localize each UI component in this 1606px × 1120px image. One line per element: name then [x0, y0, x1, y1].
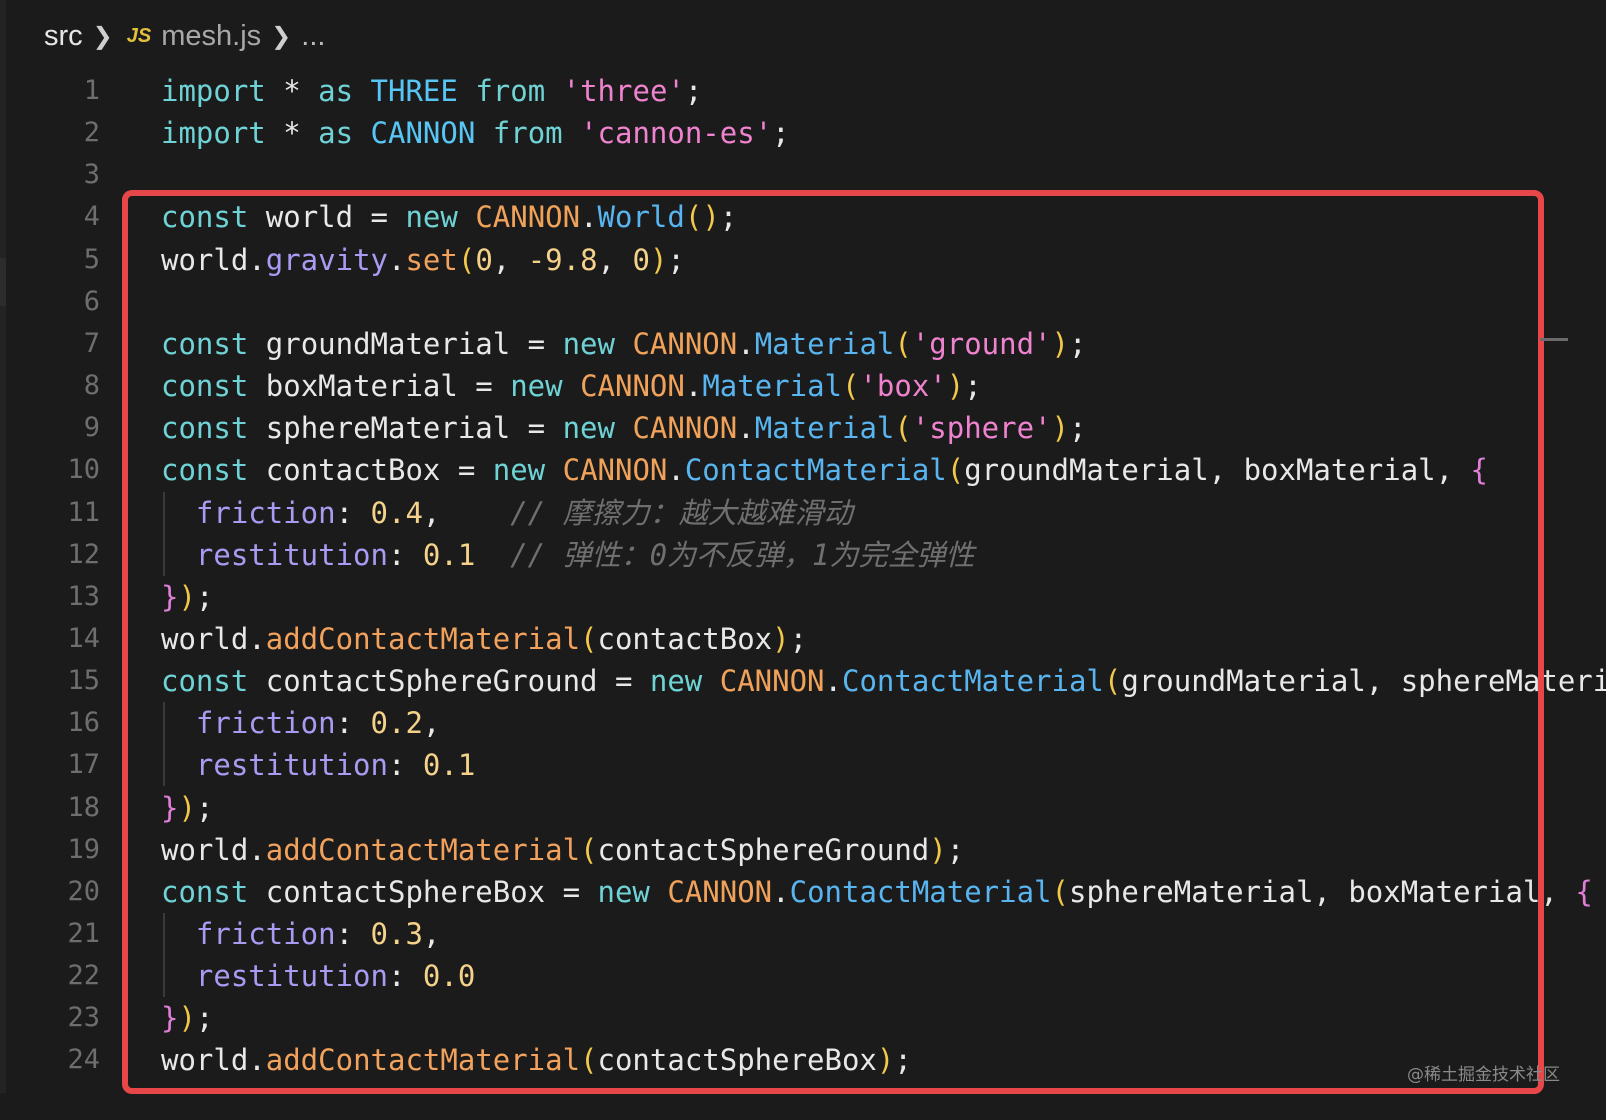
code-token: import — [161, 74, 266, 108]
code-token: * — [265, 116, 319, 151]
line-number[interactable]: 12 — [40, 534, 100, 576]
line-number[interactable]: 20 — [40, 871, 100, 913]
line-number[interactable]: 1 — [40, 70, 100, 112]
line-number[interactable]: 11 — [40, 492, 100, 534]
code-token: as — [318, 116, 354, 151]
line-number[interactable]: 17 — [40, 744, 100, 786]
line-number[interactable]: 14 — [40, 618, 100, 660]
code-token: from — [492, 116, 563, 151]
breadcrumb: src ❯ JS mesh.js ❯ ... — [44, 14, 325, 58]
highlight-annotation-box — [122, 190, 1544, 1094]
code-token: 'three' — [562, 74, 685, 108]
breadcrumb-symbols[interactable]: ... — [301, 20, 325, 53]
line-number[interactable]: 19 — [40, 829, 100, 871]
watermark: @稀土掘金技术社区 — [1407, 1065, 1560, 1085]
javascript-file-icon: JS — [126, 24, 152, 47]
line-number[interactable]: 13 — [40, 576, 100, 618]
code-line[interactable]: 2 import * as CANNON from 'cannon-es'; — [0, 112, 1568, 154]
code-text: import * as THREE from 'three'; — [161, 70, 702, 112]
code-token: * — [265, 74, 319, 108]
line-number[interactable]: 9 — [40, 407, 100, 449]
line-number[interactable]: 6 — [40, 281, 100, 323]
code-token: THREE — [370, 74, 458, 108]
line-number[interactable]: 10 — [40, 449, 100, 491]
code-token: ; — [684, 74, 703, 108]
chevron-right-icon: ❯ — [92, 22, 113, 50]
code-text: import * as CANNON from 'cannon-es'; — [161, 112, 790, 154]
code-token: from — [475, 74, 546, 108]
line-number[interactable]: 8 — [40, 365, 100, 407]
chevron-right-icon: ❯ — [271, 22, 292, 50]
line-number[interactable]: 22 — [40, 955, 100, 997]
line-number[interactable]: 18 — [40, 787, 100, 829]
line-number[interactable]: 24 — [40, 1039, 100, 1081]
line-number[interactable]: 4 — [40, 196, 100, 238]
code-token: { — [1575, 874, 1593, 909]
line-number[interactable]: 2 — [40, 112, 100, 154]
code-token: 'cannon-es' — [580, 116, 773, 151]
breadcrumb-folder[interactable]: src — [44, 20, 83, 53]
line-number[interactable]: 15 — [40, 660, 100, 702]
code-token: ; — [772, 116, 790, 151]
line-number[interactable]: 5 — [40, 239, 100, 281]
line-number[interactable]: 7 — [40, 323, 100, 365]
breadcrumb-file[interactable]: mesh.js — [161, 20, 261, 53]
line-number[interactable]: 3 — [40, 154, 100, 196]
line-number[interactable]: 23 — [40, 997, 100, 1039]
code-token: CANNON — [370, 116, 476, 151]
line-number[interactable]: 16 — [40, 702, 100, 744]
code-token: import — [161, 116, 266, 151]
overview-ruler-tick — [1540, 338, 1568, 341]
code-token: as — [318, 74, 354, 108]
code-line[interactable]: 1 import * as THREE from 'three'; — [0, 70, 1568, 112]
line-number[interactable]: 21 — [40, 913, 100, 955]
